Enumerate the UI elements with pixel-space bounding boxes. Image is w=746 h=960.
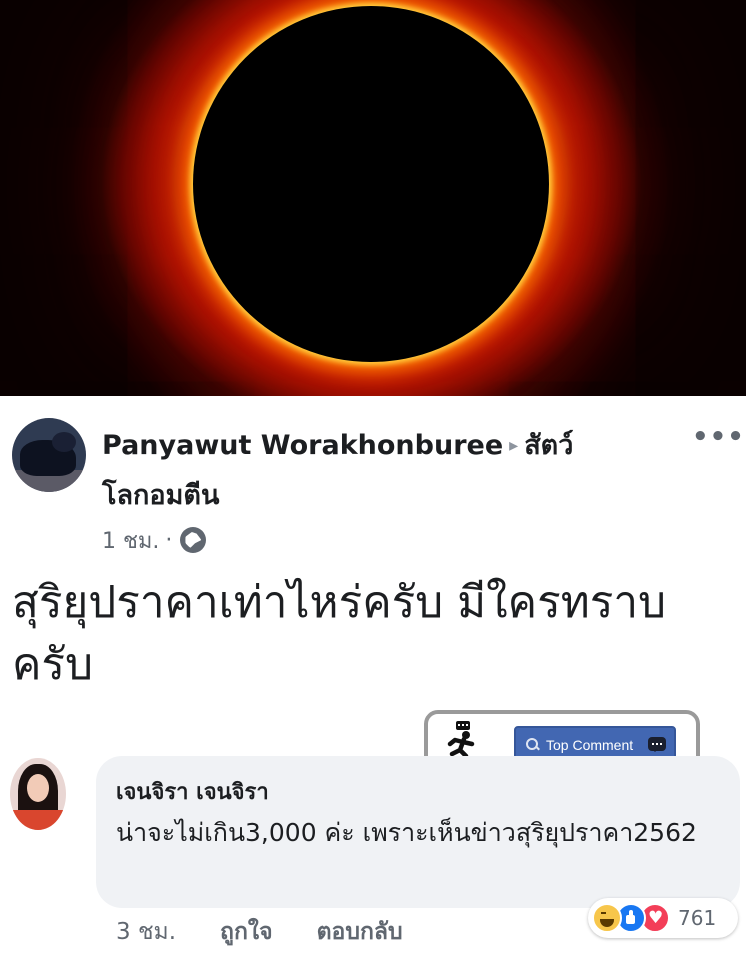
- more-options-icon[interactable]: •••: [692, 424, 744, 450]
- haha-icon: [592, 903, 622, 933]
- group-name[interactable]: สัตว์: [524, 430, 573, 461]
- reaction-summary[interactable]: 761: [588, 898, 738, 938]
- commenter-name[interactable]: เจนจิรา เจนจิรา: [116, 774, 269, 809]
- chat-bubble-icon: [648, 737, 666, 752]
- post-meta: 1 ชม. ·: [102, 523, 207, 558]
- author-avatar[interactable]: [12, 418, 86, 492]
- arrow-icon: ▸: [509, 435, 519, 456]
- comment-time[interactable]: 3 ชม.: [116, 914, 176, 950]
- comment-actions: 3 ชม. ถูกใจ ตอบกลับ: [116, 914, 403, 950]
- author-name[interactable]: Panyawut Worakhonburee: [102, 430, 503, 461]
- post-author-line: Panyawut Worakhonburee ▸ สัตว์: [102, 428, 662, 464]
- eclipse-image[interactable]: [0, 0, 746, 396]
- reply-button[interactable]: ตอบกลับ: [317, 914, 403, 950]
- post-text: สุริยุปราคาเท่าไหร่ครับ มีใครทราบครับ: [12, 577, 667, 690]
- moon-disc: [193, 6, 549, 362]
- post-time[interactable]: 1 ชม.: [102, 523, 159, 558]
- commenter-avatar[interactable]: [10, 758, 66, 830]
- comment-bubble: เจนจิรา เจนจิรา น่าจะไม่เกิน3,000 ค่ะ เพ…: [96, 756, 740, 908]
- meta-separator: ·: [165, 527, 173, 553]
- group-name-line2[interactable]: โลกอมตีน: [102, 478, 219, 514]
- like-button[interactable]: ถูกใจ: [220, 914, 273, 950]
- globe-icon[interactable]: [180, 527, 207, 553]
- reaction-count: 761: [678, 906, 717, 930]
- top-comment-label: Top Comment: [546, 737, 634, 753]
- search-icon: [526, 738, 540, 752]
- comment-text: น่าจะไม่เกิน3,000 ค่ะ เพราะเห็นข่าวสุริย…: [116, 818, 697, 847]
